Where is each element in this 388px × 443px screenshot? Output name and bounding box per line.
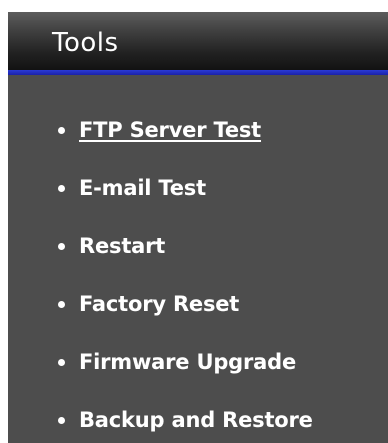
menu-item-firmware-upgrade[interactable]: Firmware Upgrade bbox=[58, 342, 296, 382]
restart-link[interactable]: Restart bbox=[79, 234, 165, 258]
menu-item-restart[interactable]: Restart bbox=[58, 226, 165, 266]
panel-title: Tools bbox=[52, 28, 119, 58]
menu-item-email-test[interactable]: E-mail Test bbox=[58, 168, 206, 208]
bullet-icon bbox=[58, 300, 65, 308]
bullet-icon bbox=[58, 416, 65, 424]
bullet-icon bbox=[58, 358, 65, 366]
panel-header: Tools bbox=[8, 12, 388, 70]
email-test-link[interactable]: E-mail Test bbox=[79, 176, 206, 200]
ftp-server-test-link[interactable]: FTP Server Test bbox=[79, 118, 261, 142]
menu-item-factory-reset[interactable]: Factory Reset bbox=[58, 284, 239, 324]
firmware-upgrade-link[interactable]: Firmware Upgrade bbox=[79, 350, 296, 374]
menu-item-backup-and-restore[interactable]: Backup and Restore bbox=[58, 400, 313, 440]
bullet-icon bbox=[58, 126, 65, 134]
factory-reset-link[interactable]: Factory Reset bbox=[79, 292, 239, 316]
panel-body: FTP Server Test E-mail Test Restart Fact… bbox=[8, 75, 388, 443]
menu-item-ftp-server-test[interactable]: FTP Server Test bbox=[58, 110, 261, 150]
tools-panel: Tools FTP Server Test E-mail Test Restar… bbox=[8, 12, 388, 443]
bullet-icon bbox=[58, 184, 65, 192]
backup-and-restore-link[interactable]: Backup and Restore bbox=[79, 408, 313, 432]
bullet-icon bbox=[58, 242, 65, 250]
